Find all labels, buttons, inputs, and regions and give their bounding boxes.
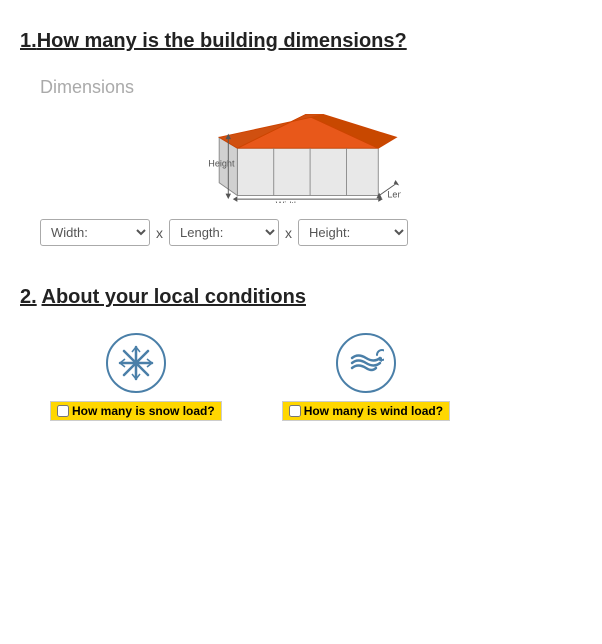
wind-load-item: How many is wind load? (282, 333, 450, 421)
svg-text:Width: Width (276, 200, 299, 203)
snow-load-item: How many is snow load? (50, 333, 222, 421)
svg-text:Length: Length (387, 189, 401, 199)
wind-icon (336, 333, 396, 393)
snow-load-checkbox[interactable] (57, 405, 69, 417)
building-illustration: Height Width Length (201, 108, 401, 203)
conditions-icons-row: How many is snow load? How many is wind … (50, 333, 582, 421)
building-diagram: Height Width Length (20, 108, 582, 203)
dimensions-label: Dimensions (40, 77, 582, 98)
section-2: 2. About your local conditions (20, 286, 582, 421)
height-dropdown[interactable]: Height: (298, 219, 408, 246)
width-dropdown[interactable]: Width: (40, 219, 150, 246)
section-1: 1.How many is the building dimensions? D… (20, 30, 582, 246)
section-1-title: 1.How many is the building dimensions? (20, 30, 582, 53)
wind-svg (348, 345, 384, 381)
svg-text:Height: Height (208, 158, 235, 168)
separator-1: x (154, 225, 165, 241)
snow-load-label[interactable]: How many is snow load? (50, 401, 222, 421)
separator-2: x (283, 225, 294, 241)
section-2-title: 2. About your local conditions (20, 286, 582, 309)
wind-load-label[interactable]: How many is wind load? (282, 401, 450, 421)
wind-load-checkbox[interactable] (289, 405, 301, 417)
dropdowns-row: Width: x Length: x Height: (40, 219, 582, 246)
length-dropdown[interactable]: Length: (169, 219, 279, 246)
snow-icon (106, 333, 166, 393)
snowflake-svg (118, 345, 154, 381)
